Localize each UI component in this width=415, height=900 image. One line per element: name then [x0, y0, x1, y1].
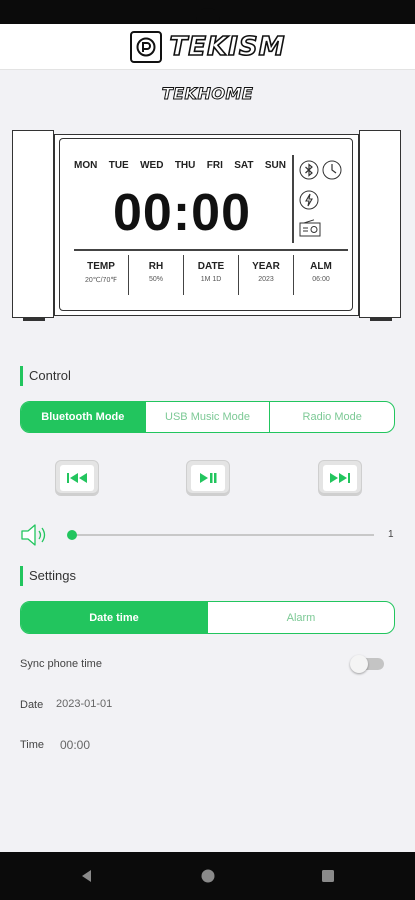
tab-alarm[interactable]: Alarm: [208, 602, 394, 633]
next-track-button[interactable]: [318, 460, 362, 496]
previous-track-button[interactable]: [55, 460, 99, 496]
speaker-volume-icon: [20, 522, 52, 548]
date-label: Date: [20, 699, 44, 711]
lightning-icon: [299, 190, 319, 210]
weekday-row: MON TUE WED THU FRI SAT SUN: [74, 160, 286, 171]
volume-slider[interactable]: [68, 534, 374, 536]
settings-section-title: Settings: [20, 566, 76, 586]
weekday: THU: [174, 160, 196, 171]
mode-radio-button[interactable]: Radio Mode: [270, 402, 394, 432]
stat-alarm: ALM 06:00: [310, 261, 332, 283]
volume-value: 1: [388, 529, 394, 540]
recents-button[interactable]: [320, 868, 336, 884]
sub-brand-logo: TEKHOME: [161, 84, 254, 104]
mode-usb-music-button[interactable]: USB Music Mode: [146, 402, 271, 432]
back-triangle-icon: [82, 870, 91, 882]
mode-selector: Bluetooth Mode USB Music Mode Radio Mode: [20, 401, 395, 433]
settings-tabs: Date time Alarm: [20, 601, 395, 634]
skip-previous-icon: [67, 473, 87, 483]
speaker-left: [12, 130, 54, 321]
bluetooth-icon: [299, 160, 319, 180]
speaker-right: [359, 130, 401, 321]
stat-year: YEAR 2023: [239, 255, 294, 295]
home-button[interactable]: [200, 868, 216, 884]
weekday: SAT: [234, 160, 254, 171]
brand-name: TEKISM: [169, 31, 286, 63]
brand-logo-icon: [129, 30, 162, 63]
stat-rh: RH 50%: [129, 255, 184, 295]
time-label: Time: [20, 739, 45, 751]
clock-icon: [322, 160, 342, 180]
stats-row: TEMP 20℃/70℉ RH 50% DATE 1M 1D YEAR 2023…: [74, 255, 348, 295]
weekday: TUE: [108, 160, 129, 171]
clock-device: MON TUE WED THU FRI SAT SUN 00:00 TEMP 2…: [12, 130, 401, 322]
weekday: MON: [74, 160, 98, 171]
volume-slider-handle[interactable]: [67, 530, 77, 540]
weekday: SUN: [264, 160, 286, 171]
app-header: TEKISM: [0, 24, 415, 70]
time-value[interactable]: 00:00: [60, 738, 90, 752]
recents-square-icon: [322, 870, 334, 882]
radio-icon: [299, 219, 321, 237]
clock-screen: MON TUE WED THU FRI SAT SUN 00:00 TEMP 2…: [59, 138, 353, 311]
sync-phone-time-toggle-knob[interactable]: [350, 655, 368, 673]
weekday: WED: [140, 160, 164, 171]
clock-time-display: 00:00: [113, 184, 251, 242]
play-pause-icon: [200, 473, 217, 483]
date-value[interactable]: 2023-01-01: [56, 698, 112, 710]
screen-divider: [74, 249, 348, 251]
sync-phone-time-label: Sync phone time: [20, 658, 102, 670]
stat-date: DATE 1M 1D: [184, 255, 239, 295]
screen-frame: MON TUE WED THU FRI SAT SUN 00:00 TEMP 2…: [54, 134, 359, 316]
stat-temp: TEMP 20℃/70℉: [74, 255, 129, 295]
icon-divider: [292, 155, 294, 243]
tab-date-time[interactable]: Date time: [21, 602, 208, 633]
navigation-bar: [0, 852, 415, 900]
control-section-title: Control: [20, 366, 71, 386]
play-pause-button[interactable]: [186, 460, 230, 496]
mode-bluetooth-button[interactable]: Bluetooth Mode: [21, 402, 146, 432]
back-button[interactable]: [79, 868, 95, 884]
skip-next-icon: [330, 473, 350, 483]
home-circle-icon: [201, 869, 215, 883]
weekday: FRI: [206, 160, 223, 171]
